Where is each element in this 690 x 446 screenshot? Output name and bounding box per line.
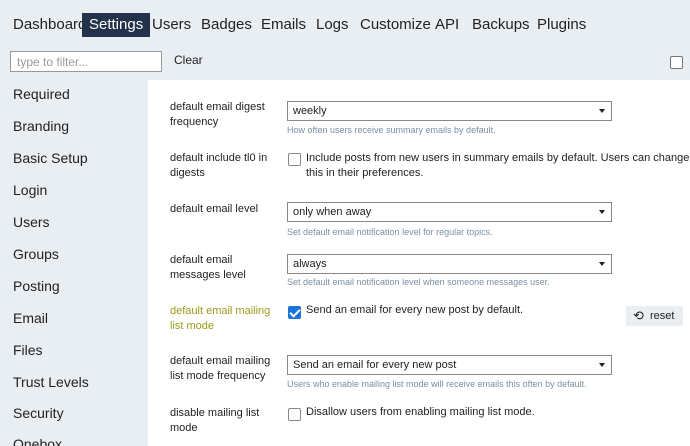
tab-emails[interactable]: Emails: [261, 13, 306, 37]
setting-label-mailing-list-mode: default email mailing list mode: [170, 305, 271, 332]
setting-label-mailing-list-frequency: default email mailing list mode frequenc…: [170, 355, 271, 382]
settings-sidebar: Required Branding Basic Setup Login User…: [0, 76, 148, 446]
mailing-list-mode-checkbox[interactable]: [288, 306, 301, 319]
select-value: only when away: [293, 206, 372, 218]
tab-plugins[interactable]: Plugins: [537, 13, 586, 37]
chevron-down-icon: [599, 363, 605, 367]
tab-logs[interactable]: Logs: [316, 13, 349, 37]
tab-api[interactable]: API: [435, 13, 459, 37]
messages-level-select[interactable]: always: [287, 254, 612, 274]
include-tl0-text: Include posts from new users in summary …: [306, 152, 690, 179]
tab-badges[interactable]: Badges: [201, 13, 252, 37]
tab-users[interactable]: Users: [152, 13, 191, 37]
show-overridden-checkbox[interactable]: [670, 56, 683, 69]
sidebar-item-required[interactable]: Required: [13, 86, 70, 102]
undo-icon: ⟲: [633, 308, 644, 323]
chevron-down-icon: [599, 210, 605, 214]
clear-filter-button[interactable]: Clear: [174, 53, 203, 67]
sidebar-item-basic-setup[interactable]: Basic Setup: [13, 150, 88, 166]
tab-backups[interactable]: Backups: [472, 13, 530, 37]
setting-label-email-level: default email level: [170, 203, 259, 215]
sidebar-item-email[interactable]: Email: [13, 310, 48, 326]
setting-help-messages-level: Set default email notification level whe…: [287, 277, 550, 287]
setting-help-digest-frequency: How often users receive summary emails b…: [287, 125, 496, 135]
setting-label-messages-level: default email messages level: [170, 254, 246, 281]
chevron-down-icon: [599, 262, 605, 266]
disable-mailing-list-checkbox[interactable]: [288, 408, 301, 421]
mailing-list-mode-text: Send an email for every new post by defa…: [306, 304, 524, 316]
sidebar-item-login[interactable]: Login: [13, 182, 47, 198]
mailing-list-frequency-select[interactable]: Send an email for every new post: [287, 355, 612, 375]
digest-frequency-select[interactable]: weekly: [287, 101, 612, 121]
sidebar-item-groups[interactable]: Groups: [13, 246, 59, 262]
sidebar-item-users[interactable]: Users: [13, 214, 50, 230]
email-level-select[interactable]: only when away: [287, 202, 612, 222]
admin-nav: Dashboard Settings Users Badges Emails L…: [0, 0, 690, 47]
tab-settings[interactable]: Settings: [82, 13, 151, 37]
tab-customize[interactable]: Customize: [360, 13, 431, 37]
setting-label-digest-frequency: default email digest frequency: [170, 101, 265, 128]
select-value: weekly: [293, 105, 327, 117]
disable-mailing-list-text: Disallow users from enabling mailing lis…: [306, 406, 535, 418]
select-value: always: [293, 258, 327, 270]
sidebar-item-onebox[interactable]: Onebox: [13, 436, 62, 446]
sidebar-item-files[interactable]: Files: [13, 342, 43, 358]
include-tl0-checkbox[interactable]: [288, 153, 301, 166]
filter-bar: Clear: [0, 47, 690, 76]
tab-dashboard[interactable]: Dashboard: [13, 13, 86, 37]
setting-label-include-tl0: default include tl0 in digests: [170, 152, 268, 179]
select-value: Send an email for every new post: [293, 359, 457, 371]
setting-help-mailing-list-frequency: Users who enable mailing list mode will …: [287, 379, 587, 389]
sidebar-item-trust-levels[interactable]: Trust Levels: [13, 374, 89, 390]
sidebar-item-branding[interactable]: Branding: [13, 118, 69, 134]
filter-input[interactable]: [10, 51, 162, 72]
sidebar-item-security[interactable]: Security: [13, 405, 64, 421]
reset-label: reset: [650, 310, 675, 322]
chevron-down-icon: [599, 109, 605, 113]
setting-help-email-level: Set default email notification level for…: [287, 227, 493, 237]
reset-button[interactable]: ⟲ reset: [626, 306, 683, 326]
settings-panel: default email digest frequency weekly Ho…: [148, 80, 690, 446]
setting-label-disable-mailing-list: disable mailing list mode: [170, 407, 260, 434]
sidebar-item-posting[interactable]: Posting: [13, 278, 60, 294]
